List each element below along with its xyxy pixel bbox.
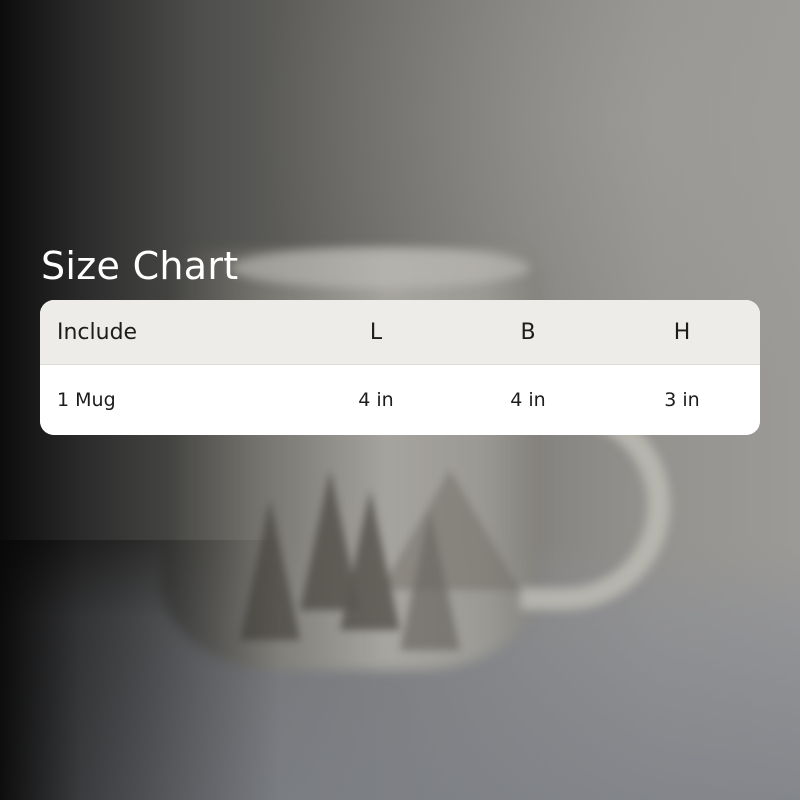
background-photo: Size Chart Include L B H 1 Mug 4 in 4 in… — [0, 0, 800, 800]
header-include: Include — [57, 319, 138, 345]
header-height: H — [673, 319, 691, 345]
table-row: 1 Mug 4 in 4 in 3 in — [40, 365, 760, 435]
table-header-row: Include L B H — [40, 300, 760, 365]
cell-height: 3 in — [664, 389, 700, 411]
cell-include: 1 Mug — [57, 389, 116, 411]
header-length: L — [369, 319, 383, 345]
size-chart-table: Include L B H 1 Mug 4 in 4 in 3 in — [40, 300, 760, 435]
header-breadth: B — [520, 319, 536, 345]
cell-length: 4 in — [358, 389, 394, 411]
foreground-shadow — [0, 540, 800, 800]
page-title: Size Chart — [41, 244, 239, 288]
cell-breadth: 4 in — [510, 389, 546, 411]
